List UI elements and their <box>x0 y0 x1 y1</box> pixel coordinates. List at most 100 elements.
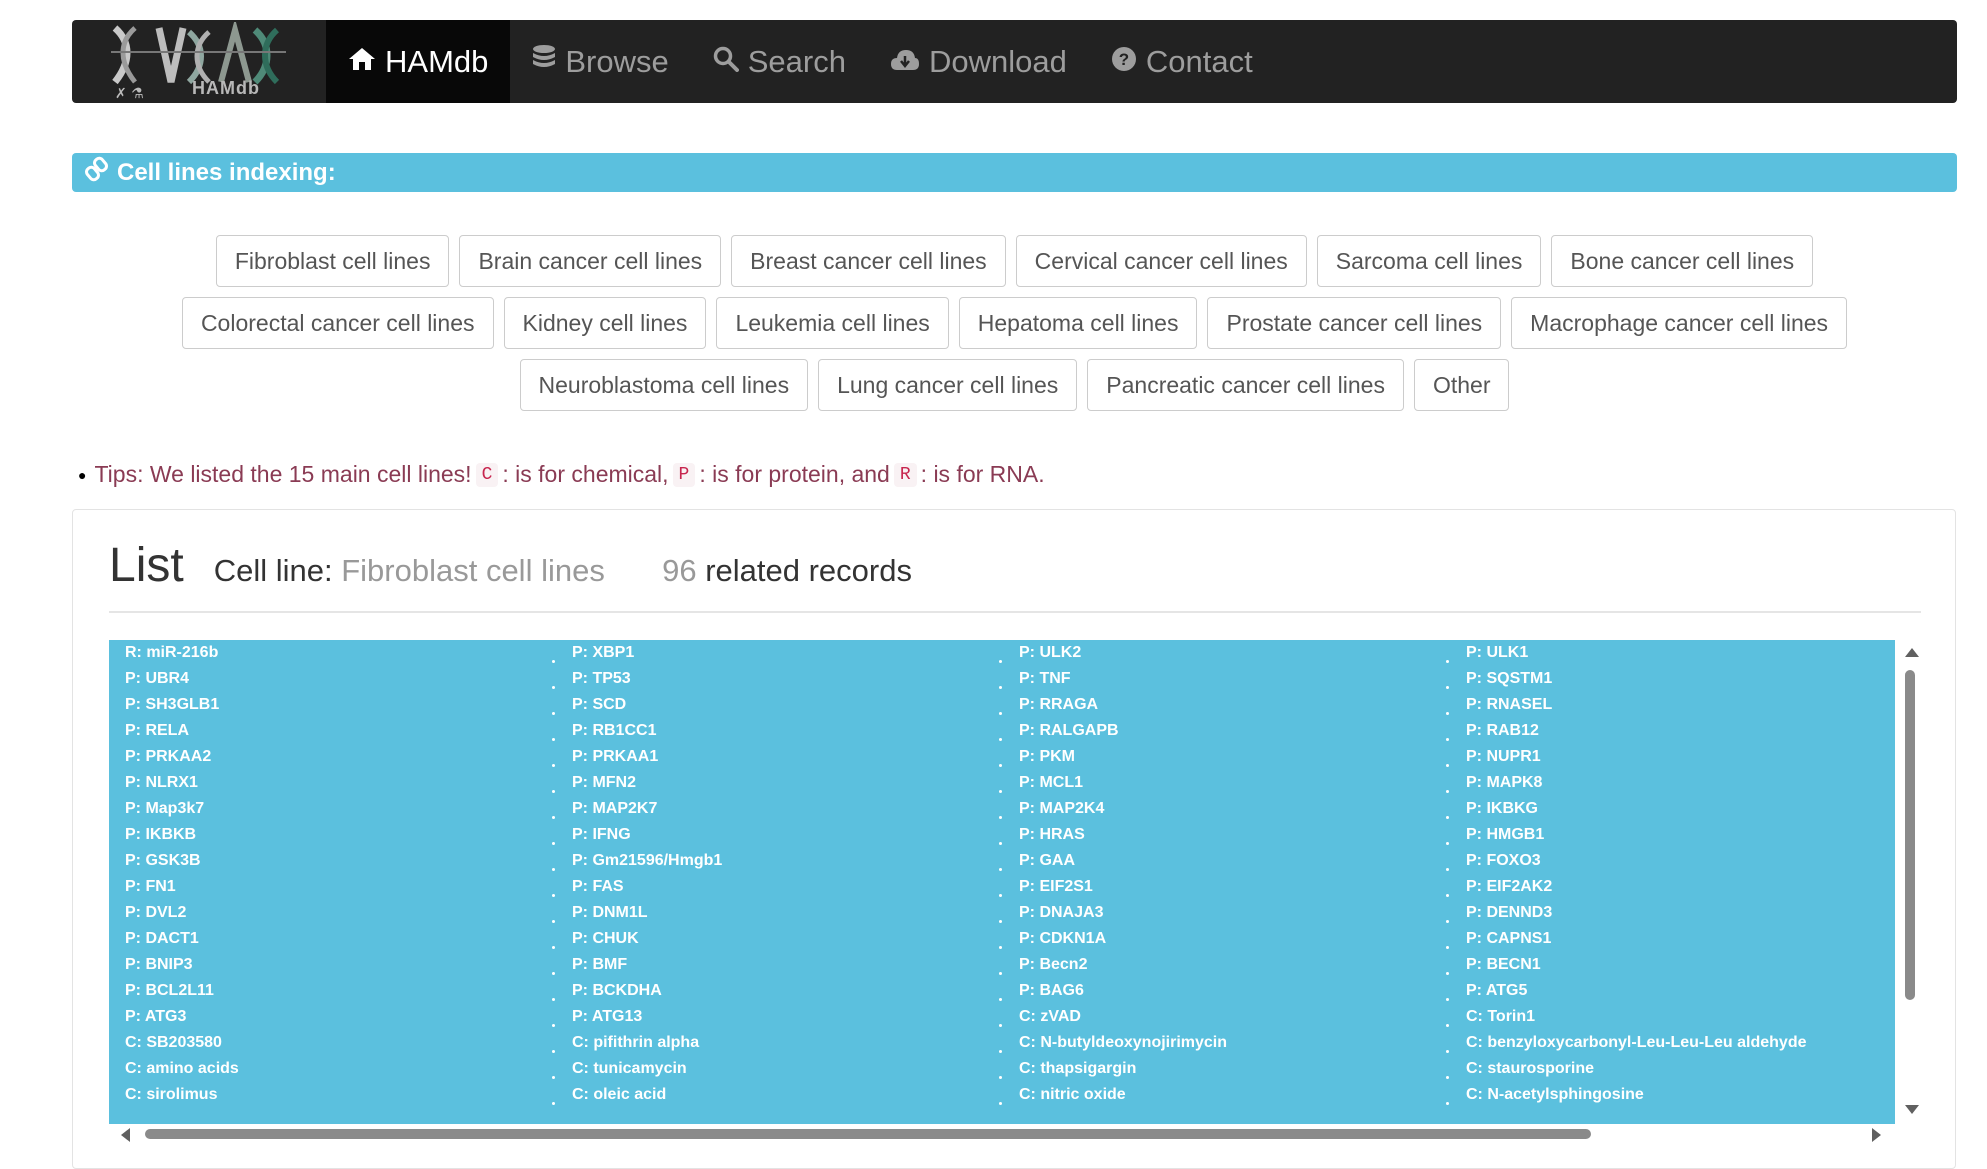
record-item[interactable]: P: MFN2 <box>556 770 996 796</box>
record-item[interactable]: C: SB203580 <box>109 1030 549 1056</box>
record-item[interactable]: P: ULK1 <box>1450 640 1890 666</box>
record-item[interactable]: P: FAS <box>556 874 996 900</box>
record-item[interactable]: C: pifithrin alpha <box>556 1030 996 1056</box>
record-item[interactable]: C: tunicamycin <box>556 1056 996 1082</box>
record-item[interactable]: P: SCD <box>556 692 996 718</box>
record-item[interactable]: C: N-acetylsphingosine <box>1450 1082 1890 1108</box>
cell-line-button[interactable]: Lung cancer cell lines <box>818 359 1078 411</box>
record-item[interactable]: C: thapsigargin <box>1003 1056 1443 1082</box>
record-item[interactable]: P: TP53 <box>556 666 996 692</box>
record-item[interactable]: P: NLRX1 <box>109 770 549 796</box>
brand-logo[interactable]: ✗ ⚗ HAMdb <box>72 20 326 103</box>
record-item[interactable]: C: benzyloxycarbonyl-Leu-Leu-Leu aldehyd… <box>1450 1030 1890 1056</box>
record-item[interactable]: P: RRAGA <box>1003 692 1443 718</box>
record-item[interactable]: P: DNAJA3 <box>1003 900 1443 926</box>
record-item[interactable]: C: Torin1 <box>1450 1004 1890 1030</box>
record-item[interactable]: P: MAP2K7 <box>556 796 996 822</box>
scroll-left-icon[interactable] <box>121 1128 130 1142</box>
record-item[interactable]: P: PKM <box>1003 744 1443 770</box>
record-item[interactable]: P: EIF2S1 <box>1003 874 1443 900</box>
record-item[interactable]: P: GSK3B <box>109 848 549 874</box>
record-item[interactable]: P: DACT1 <box>109 926 549 952</box>
record-item[interactable]: P: HRAS <box>1003 822 1443 848</box>
record-item[interactable]: C: nitric oxide <box>1003 1082 1443 1108</box>
record-item[interactable]: P: GAA <box>1003 848 1443 874</box>
scroll-up-icon[interactable] <box>1905 648 1919 657</box>
cell-line-button[interactable]: Fibroblast cell lines <box>215 235 450 287</box>
record-item[interactable]: P: XBP1 <box>556 640 996 666</box>
record-item[interactable]: P: DENND3 <box>1450 900 1890 926</box>
record-item[interactable]: P: BECN1 <box>1450 952 1890 978</box>
horizontal-scrollbar[interactable] <box>109 1124 1921 1144</box>
record-item[interactable]: P: PRKAA1 <box>556 744 996 770</box>
record-item[interactable]: P: BCKDHA <box>556 978 996 1004</box>
record-item[interactable]: P: IKBKG <box>1450 796 1890 822</box>
record-item[interactable]: P: SH3GLB1 <box>109 692 549 718</box>
record-item[interactable]: P: DVL2 <box>109 900 549 926</box>
record-item[interactable]: P: TNF <box>1003 666 1443 692</box>
scroll-down-icon[interactable] <box>1905 1105 1919 1114</box>
horizontal-scroll-thumb[interactable] <box>145 1129 1591 1139</box>
scroll-right-icon[interactable] <box>1872 1128 1881 1142</box>
record-item[interactable]: P: RELA <box>109 718 549 744</box>
record-item[interactable]: P: RB1CC1 <box>556 718 996 744</box>
record-item[interactable]: P: BAG6 <box>1003 978 1443 1004</box>
record-item[interactable]: P: SQSTM1 <box>1450 666 1890 692</box>
cell-line-button[interactable]: Cervical cancer cell lines <box>1015 235 1307 287</box>
record-item[interactable]: C: staurosporine <box>1450 1056 1890 1082</box>
cell-line-button[interactable]: Hepatoma cell lines <box>958 297 1198 349</box>
nav-search[interactable]: Search <box>691 20 868 103</box>
record-item[interactable]: P: UBR4 <box>109 666 549 692</box>
cell-line-button[interactable]: Brain cancer cell lines <box>459 235 722 287</box>
nav-home[interactable]: HAMdb <box>326 20 511 103</box>
record-item[interactable]: P: CHUK <box>556 926 996 952</box>
record-item[interactable]: P: MAP2K4 <box>1003 796 1443 822</box>
record-item[interactable]: P: HMGB1 <box>1450 822 1890 848</box>
record-item[interactable]: C: sirolimus <box>109 1082 549 1108</box>
record-item[interactable]: P: RALGAPB <box>1003 718 1443 744</box>
record-item[interactable]: C: zVAD <box>1003 1004 1443 1030</box>
record-item[interactable]: P: ATG5 <box>1450 978 1890 1004</box>
cell-line-button[interactable]: Neuroblastoma cell lines <box>519 359 809 411</box>
record-item[interactable]: P: DNM1L <box>556 900 996 926</box>
record-item[interactable]: P: PRKAA2 <box>109 744 549 770</box>
record-item[interactable]: P: MCL1 <box>1003 770 1443 796</box>
record-item[interactable]: C: amino acids <box>109 1056 549 1082</box>
cell-line-button[interactable]: Prostate cancer cell lines <box>1207 297 1502 349</box>
vertical-scrollbar[interactable] <box>1901 640 1919 1124</box>
cell-line-button[interactable]: Kidney cell lines <box>503 297 707 349</box>
record-item[interactable]: P: BCL2L11 <box>109 978 549 1004</box>
cell-line-button[interactable]: Sarcoma cell lines <box>1316 235 1542 287</box>
nav-download[interactable]: Download <box>868 20 1089 103</box>
record-item[interactable]: P: Gm21596/Hmgb1 <box>556 848 996 874</box>
record-item[interactable]: P: BNIP3 <box>109 952 549 978</box>
record-item[interactable]: P: RAB12 <box>1450 718 1890 744</box>
record-item[interactable]: P: CDKN1A <box>1003 926 1443 952</box>
cell-line-button[interactable]: Macrophage cancer cell lines <box>1511 297 1848 349</box>
record-item[interactable]: P: NUPR1 <box>1450 744 1890 770</box>
record-item[interactable]: P: CAPNS1 <box>1450 926 1890 952</box>
nav-contact[interactable]: ? Contact <box>1089 20 1275 103</box>
record-item[interactable]: P: BMF <box>556 952 996 978</box>
record-item[interactable]: P: ATG13 <box>556 1004 996 1030</box>
record-item[interactable]: P: MAPK8 <box>1450 770 1890 796</box>
cell-line-button[interactable]: Pancreatic cancer cell lines <box>1087 359 1404 411</box>
record-item[interactable]: P: FOXO3 <box>1450 848 1890 874</box>
record-item[interactable]: P: Map3k7 <box>109 796 549 822</box>
record-item[interactable]: P: Becn2 <box>1003 952 1443 978</box>
record-item[interactable]: P: IKBKB <box>109 822 549 848</box>
cell-line-button[interactable]: Leukemia cell lines <box>716 297 949 349</box>
record-item[interactable]: P: EIF2AK2 <box>1450 874 1890 900</box>
cell-line-button[interactable]: Breast cancer cell lines <box>731 235 1006 287</box>
cell-line-button-other[interactable]: Other <box>1413 359 1510 411</box>
record-item[interactable]: C: oleic acid <box>556 1082 996 1108</box>
nav-browse[interactable]: Browse <box>510 20 690 103</box>
cell-line-button[interactable]: Bone cancer cell lines <box>1551 235 1814 287</box>
vertical-scroll-thumb[interactable] <box>1905 670 1915 1000</box>
record-item[interactable]: P: RNASEL <box>1450 692 1890 718</box>
record-item[interactable]: P: IFNG <box>556 822 996 848</box>
record-item[interactable]: C: N-butyldeoxynojirimycin <box>1003 1030 1443 1056</box>
record-item[interactable]: P: ATG3 <box>109 1004 549 1030</box>
record-item[interactable]: P: FN1 <box>109 874 549 900</box>
record-item[interactable]: R: miR-216b <box>109 640 549 666</box>
